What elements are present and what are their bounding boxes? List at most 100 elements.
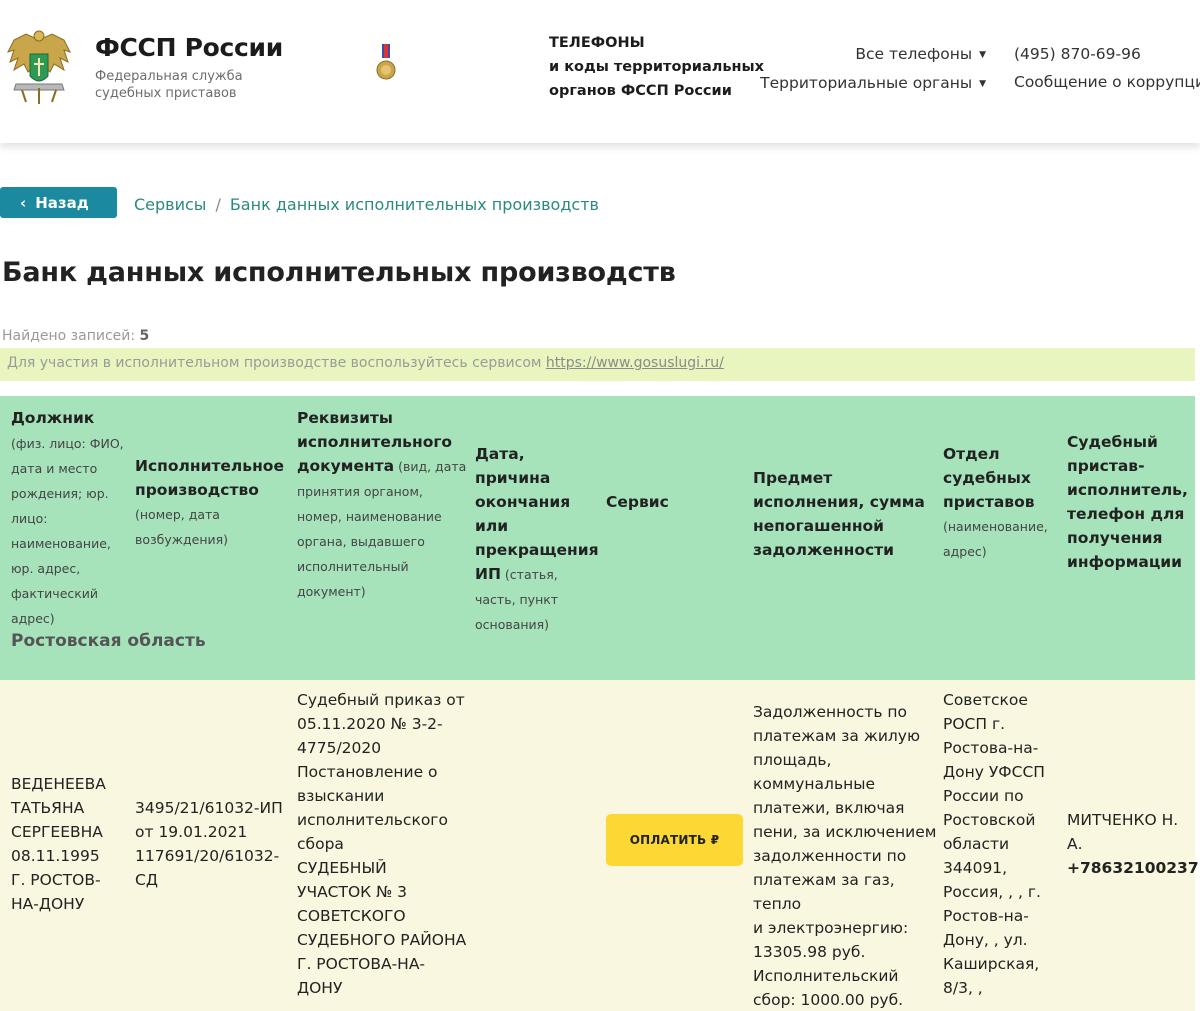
bailiff-name-line: А. [1067, 835, 1083, 853]
department-line: 8/3, , [943, 979, 983, 997]
region-label: Ростовская область [11, 631, 206, 651]
document-line: 4775/2020 [297, 739, 382, 757]
chevron-down-icon: ▼ [979, 79, 986, 89]
department-line: Дону, , ул. [943, 931, 1028, 949]
header-service: Сервис [606, 493, 669, 511]
department-line: Россия, , , г. [943, 883, 1041, 901]
proceeding-line: от 19.01.2021 [135, 823, 248, 841]
records-found-count: 5 [139, 328, 150, 344]
brand-title[interactable]: ФССП России [95, 33, 283, 62]
department-line: РОСП г. [943, 715, 1006, 733]
cell-bailiff: МИТЧЕНКО Н. А. +78632100237 [1067, 808, 1199, 880]
department-line: России по [943, 787, 1024, 805]
site-header: ФССП России Федеральная служба судебных … [0, 0, 1200, 143]
cell-subject: Задолженность по платежам за жилую площа… [753, 700, 938, 1011]
subject-line: площадь, [753, 751, 832, 769]
hotline-phone[interactable]: (495) 870-69-96 [1014, 40, 1200, 68]
header-proceeding-hint: (номер, дата возбуждения) [135, 507, 229, 547]
document-line: Г. РОСТОВА-НА- [297, 955, 426, 973]
cell-department: Советское РОСП г. Ростова-на- Дону УФССП… [943, 688, 1063, 1000]
debtor-line: Г. РОСТОВ- [11, 871, 101, 889]
corruption-report-link[interactable]: Сообщение о коррупции [1014, 68, 1200, 96]
phones-heading[interactable]: ТЕЛЕФОНЫ и коды территориальных органов … [549, 31, 764, 103]
territorial-bodies-label: Территориальные органы [760, 74, 973, 92]
subject-line: задолженности по [753, 847, 907, 865]
document-line: взыскании [297, 787, 385, 805]
header-document-hint: (вид, дата принятия органом, номер, наим… [297, 459, 467, 599]
proceeding-line: 3495/21/61032-ИП [135, 799, 283, 817]
cell-document: Судебный приказ от 05.11.2020 № 3-2- 477… [297, 688, 472, 1000]
document-line: СУДЕБНЫЙ [297, 859, 387, 877]
all-phones-dropdown[interactable]: Все телефоны ▼ [760, 40, 986, 69]
bailiff-phone[interactable]: +78632100237 [1067, 856, 1199, 880]
department-line: области [943, 835, 1010, 853]
subject-line: сбор: 1000.00 руб. [753, 991, 904, 1009]
records-found-label: Найдено записей: [2, 328, 136, 344]
fssp-emblem-logo[interactable] [4, 26, 74, 106]
subject-line: пени, за исключением [753, 823, 937, 841]
phones-heading-line: органов ФССП России [549, 83, 732, 99]
header-subject: Предмет исполнения, сумма непогашенной з… [753, 469, 925, 559]
gosuslugi-link[interactable]: https://www.gosuslugi.ru/ [546, 355, 724, 371]
subject-line: Задолженность по [753, 703, 908, 721]
header-contacts: (495) 870-69-96 Сообщение о коррупции [1014, 40, 1200, 96]
subject-line: Исполнительский [753, 967, 899, 985]
cell-proceeding: 3495/21/61032-ИП от 19.01.2021 117691/20… [135, 796, 295, 892]
chevron-down-icon: ▼ [979, 50, 986, 60]
subject-line: платежам за жилую [753, 727, 921, 745]
document-line: сбора [297, 835, 344, 853]
document-line: Судебный приказ от [297, 691, 465, 709]
header-bailiff: Судебный пристав-исполнитель, телефон дл… [1067, 433, 1188, 571]
back-button[interactable]: ‹ Назад [0, 187, 117, 218]
back-button-label: Назад [35, 193, 89, 212]
header-department: Отдел судебных приставов (наименование, … [943, 442, 1055, 564]
brand-subtitle: Федеральная служба судебных приставов [95, 69, 243, 101]
header-debtor-hint: (физ. лицо: ФИО, дата и место рождения; … [11, 436, 124, 626]
document-line: ДОНУ [297, 979, 343, 997]
all-phones-label: Все телефоны [855, 45, 973, 63]
header-department-title: Отдел судебных приставов [943, 445, 1035, 511]
phones-heading-line: ТЕЛЕФОНЫ [549, 35, 645, 51]
header-debtor-title: Должник [11, 409, 95, 427]
department-line: Каширская, [943, 955, 1040, 973]
breadcrumb-current[interactable]: Банк данных исполнительных производств [230, 195, 599, 214]
debtor-line: НА-ДОНУ [11, 895, 85, 913]
cell-debtor: ВЕДЕНЕЕВА ТАТЬЯНА СЕРГЕЕВНА 08.11.1995 Г… [11, 772, 129, 916]
department-line: 344091, [943, 859, 1008, 877]
medal-icon [376, 44, 396, 80]
debtor-line: ТАТЬЯНА [11, 799, 85, 817]
subject-line: и электроэнергию: [753, 919, 909, 937]
document-line: СОВЕТСКОГО [297, 907, 406, 925]
header-end-date: Дата, причина окончания или прекращения … [475, 442, 600, 637]
subject-line: платежи, включая [753, 799, 905, 817]
debtor-line: ВЕДЕНЕЕВА [11, 775, 106, 793]
document-line: УЧАСТОК № 3 [297, 883, 408, 901]
territorial-bodies-dropdown[interactable]: Территориальные органы ▼ [760, 69, 986, 98]
breadcrumb-separator: / [215, 195, 221, 214]
department-line: Ростов-на- [943, 907, 1029, 925]
document-line: 05.11.2020 № 3-2- [297, 715, 443, 733]
gosuslugi-notice: Для участия в исполнительном производств… [0, 348, 1195, 381]
debtor-line: СЕРГЕЕВНА [11, 823, 103, 841]
department-line: Советское [943, 691, 1028, 709]
subject-line: платежам за газ, тепло [753, 871, 895, 913]
department-line: Дону УФССП [943, 763, 1045, 781]
department-line: Ростова-на- [943, 739, 1039, 757]
pay-button[interactable]: ОПЛАТИТЬ ₽ [606, 814, 743, 866]
notice-text: Для участия в исполнительном производств… [7, 355, 546, 371]
chevron-left-icon: ‹ [20, 193, 27, 212]
header-department-hint: (наименование, адрес) [943, 519, 1048, 559]
header-end-date-title: Дата, причина окончания или прекращения … [475, 445, 599, 583]
proceeding-line: СД [135, 871, 158, 889]
header-nav: Все телефоны ▼ Территориальные органы ▼ [760, 40, 986, 98]
department-line: Ростовской [943, 811, 1036, 829]
header-document: Реквизиты исполнительного документа (вид… [297, 406, 467, 604]
subject-line: 13305.98 руб. [753, 943, 866, 961]
records-found: Найдено записей: 5 [2, 328, 149, 344]
phones-heading-line: и коды территориальных [549, 59, 765, 75]
bailiff-name-line: МИТЧЕНКО Н. [1067, 811, 1179, 829]
document-line: СУДЕБНОГО РАЙОНА [297, 931, 467, 949]
header-proceeding: Исполнительное производство (номер, дата… [135, 454, 285, 552]
breadcrumb-services[interactable]: Сервисы [134, 195, 206, 214]
page-title: Банк данных исполнительных производств [2, 257, 676, 288]
